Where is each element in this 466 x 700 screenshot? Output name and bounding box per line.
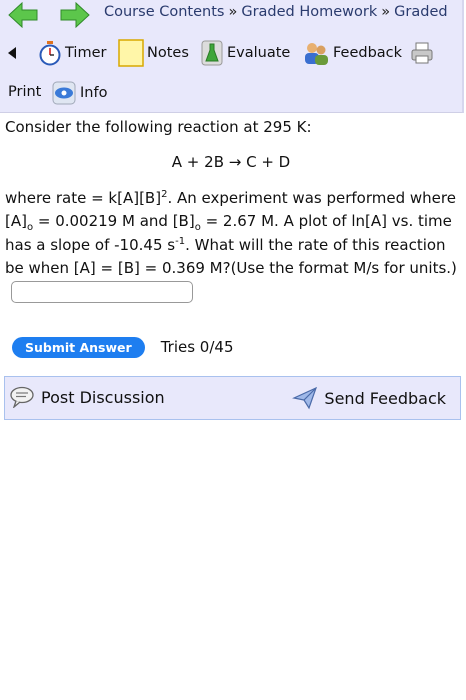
send-feedback-button[interactable]: Send Feedback — [292, 386, 446, 410]
rate-law-text: where rate = k[A][B] — [5, 188, 162, 207]
reaction-equation: A + 2B → C + D — [171, 152, 291, 171]
breadcrumb-separator: » — [228, 4, 238, 20]
breadcrumb-graded[interactable]: Graded — [394, 4, 447, 20]
timer-label: Timer — [65, 45, 107, 61]
feedback-people-icon — [305, 43, 328, 65]
speech-bubble-icon — [10, 386, 34, 408]
timer-button[interactable]: Timer — [38, 38, 106, 68]
send-feedback-label: Send Feedback — [324, 388, 446, 408]
discussion-bar: Post Discussion Send Feedback — [4, 376, 461, 420]
collapse-triangle-icon[interactable] — [8, 47, 16, 59]
tool-row: Timer Notes Evaluate Feedback — [0, 38, 462, 68]
breadcrumb-graded-homework[interactable]: Graded Homework — [241, 4, 377, 20]
print-row: Print Info — [0, 80, 462, 106]
notes-icon — [118, 39, 144, 67]
paper-plane-icon — [292, 386, 318, 410]
info-button[interactable]: Info — [52, 80, 107, 106]
a0-value-text: = 0.00219 M and [B] — [33, 212, 195, 230]
top-toolbar: Course Contents» Graded Homework» Graded T… — [0, 0, 464, 113]
question-intro: Consider the following reaction at 295 K… — [5, 118, 312, 136]
post-discussion-button[interactable]: Post Discussion — [9, 386, 165, 408]
printer-icon — [411, 42, 433, 64]
forward-arrow-icon[interactable] — [60, 1, 90, 29]
print-link[interactable]: Print — [8, 84, 41, 100]
breadcrumb: Course Contents» Graded Homework» Graded — [104, 4, 448, 20]
evaluate-button[interactable]: Evaluate — [200, 38, 290, 68]
notes-label: Notes — [147, 45, 189, 61]
evaluate-flask-icon — [201, 40, 223, 66]
info-label: Info — [80, 85, 108, 101]
feedback-label: Feedback — [333, 45, 403, 61]
notes-button[interactable]: Notes — [118, 38, 189, 68]
slope-exponent: -1 — [175, 235, 186, 247]
breadcrumb-course-contents[interactable]: Course Contents — [104, 4, 224, 20]
back-arrow-icon[interactable] — [8, 1, 38, 29]
submit-answer-button[interactable]: Submit Answer — [12, 336, 145, 358]
post-discussion-label: Post Discussion — [41, 387, 165, 407]
printer-button[interactable] — [410, 38, 434, 68]
evaluate-label: Evaluate — [227, 45, 291, 61]
question-body: where rate = k[A][B]2. An experiment was… — [5, 187, 457, 305]
submit-row: Submit Answer Tries 0/45 — [12, 336, 234, 358]
question-block: Consider the following reaction at 295 K… — [5, 116, 457, 304]
tries-counter: Tries 0/45 — [160, 338, 234, 356]
feedback-button[interactable]: Feedback — [302, 38, 402, 68]
breadcrumb-separator: » — [381, 4, 391, 20]
info-eye-icon — [52, 81, 76, 105]
stopwatch-icon — [39, 41, 61, 66]
answer-input[interactable] — [11, 281, 193, 303]
